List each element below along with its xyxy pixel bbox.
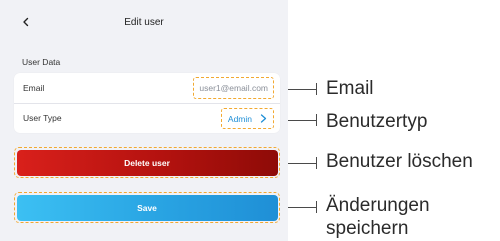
chevron-right-icon: [260, 114, 267, 123]
callout-line-email: [288, 89, 316, 90]
annotation-save-line1: Änderungen: [326, 195, 430, 216]
user-type-row[interactable]: User Type Admin: [14, 103, 280, 133]
user-type-label: User Type: [23, 113, 62, 123]
callout-tick-save: [316, 201, 317, 213]
callout-tick-user-type: [316, 114, 317, 126]
callout-line-user-type: [288, 120, 316, 121]
callout-line-delete: [288, 163, 316, 164]
callout-tick-email: [316, 83, 317, 95]
email-label: Email: [23, 83, 45, 93]
annotation-email: Email: [326, 78, 374, 99]
page-title: Edit user: [124, 17, 164, 28]
email-field[interactable]: user1@email.com: [193, 77, 274, 99]
save-highlight: Save: [14, 192, 280, 223]
save-button[interactable]: Save: [16, 194, 278, 221]
callout-tick-delete: [316, 157, 317, 169]
email-row: Email user1@email.com: [14, 73, 280, 104]
delete-user-button[interactable]: Delete user: [16, 149, 278, 176]
callout-line-save: [288, 207, 316, 208]
user-type-selector[interactable]: Admin: [220, 108, 274, 129]
app-screen: Edit user User Data Email user1@email.co…: [0, 0, 288, 241]
delete-user-highlight: Delete user: [14, 147, 280, 178]
user-type-value: Admin: [227, 113, 252, 124]
user-data-card: Email user1@email.com User Type Admin: [14, 73, 280, 133]
screenshot-canvas: Edit user User Data Email user1@email.co…: [0, 0, 500, 241]
annotation-user-type: Benutzertyp: [326, 111, 428, 132]
section-label-user-data: User Data: [22, 57, 61, 67]
annotation-save-line2: speichern: [326, 218, 409, 239]
annotation-delete: Benutzer löschen: [326, 151, 473, 172]
